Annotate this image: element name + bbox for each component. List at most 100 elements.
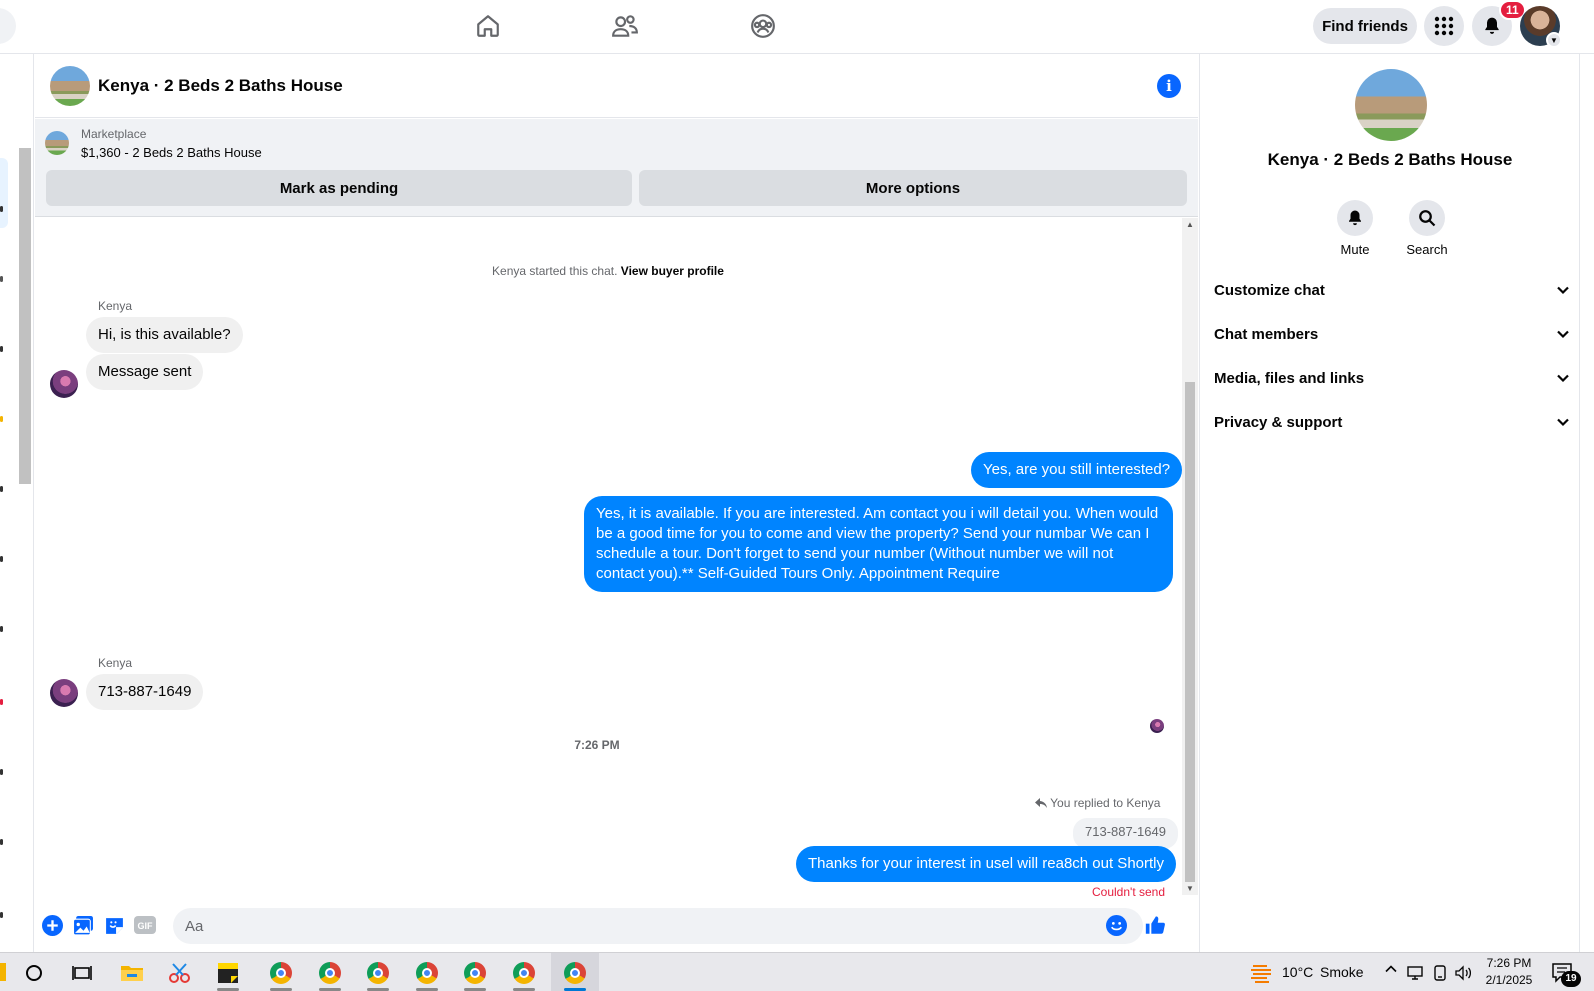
weather-condition[interactable]: Smoke [1320, 964, 1364, 980]
chevron-down-icon[interactable]: ▼ [1546, 32, 1562, 48]
incoming-message[interactable]: 713-887-1649 [86, 674, 204, 710]
replied-indicator: You replied to Kenya [1035, 796, 1160, 810]
clock-time[interactable]: 7:26 PM [1478, 956, 1540, 970]
incoming-message[interactable]: Message sent [86, 354, 204, 390]
listing-price[interactable]: $1,360 - 2 Beds 2 Baths House [81, 145, 262, 160]
message-scrollbar-thumb[interactable] [1185, 382, 1195, 882]
clock-date[interactable]: 2/1/2025 [1478, 973, 1540, 987]
outgoing-message-failed[interactable]: Thanks for your interest in usel will re… [796, 846, 1176, 882]
search-in-conversation-button[interactable] [1409, 200, 1445, 236]
privacy-support-section[interactable]: Privacy & support [1214, 402, 1570, 442]
marketplace-listing-bar: Marketplace $1,360 - 2 Beds 2 Baths Hous… [35, 119, 1198, 217]
task-view-button[interactable] [68, 959, 96, 987]
chat-list-item-edge[interactable] [0, 556, 3, 562]
sticker-icon [105, 917, 123, 934]
home-nav-button[interactable] [468, 8, 508, 44]
chrome-icon [319, 962, 341, 984]
chevron-down-icon [1557, 374, 1569, 383]
sender-avatar[interactable] [50, 370, 78, 398]
scroll-down-arrow[interactable]: ▼ [1186, 884, 1194, 893]
gif-button[interactable]: GIF [134, 914, 156, 936]
listing-profile-photo[interactable] [1355, 69, 1427, 141]
chat-list-item-edge[interactable] [0, 912, 3, 918]
listing-avatar[interactable] [50, 66, 90, 106]
emoji-button[interactable] [1105, 914, 1127, 936]
bell-icon [1485, 17, 1499, 34]
start-button-edge[interactable] [0, 963, 6, 981]
chrome-profile-button[interactable] [413, 959, 441, 987]
friends-nav-button[interactable] [605, 8, 645, 44]
find-friends-button[interactable]: Find friends [1313, 8, 1417, 44]
search-button[interactable] [0, 8, 16, 44]
media-files-links-section[interactable]: Media, files and links [1214, 358, 1570, 398]
sender-avatar[interactable] [50, 679, 78, 707]
like-button[interactable] [1144, 914, 1166, 936]
conversation-title[interactable]: Kenya · 2 Beds 2 Baths House [98, 76, 343, 96]
mute-button[interactable] [1337, 200, 1373, 236]
chat-list-item-edge[interactable] [0, 626, 3, 632]
mark-as-pending-button[interactable]: Mark as pending [46, 170, 632, 206]
chrome-icon [367, 962, 389, 984]
chat-members-section[interactable]: Chat members [1214, 314, 1570, 354]
chrome-profile-button[interactable] [267, 959, 295, 987]
chrome-icon [564, 962, 586, 984]
more-options-button[interactable]: More options [639, 170, 1187, 206]
chevron-down-icon [1557, 286, 1569, 295]
mute-action[interactable]: Mute [1320, 200, 1390, 257]
speaker-icon [1455, 965, 1472, 981]
haze-icon [1251, 965, 1271, 983]
incoming-message[interactable]: Hi, is this available? [86, 317, 243, 353]
folder-icon [121, 966, 143, 981]
message-thread[interactable]: Kenya started this chat. View buyer prof… [35, 218, 1183, 899]
section-label: Customize chat [1214, 281, 1325, 299]
chat-list-scrollbar[interactable] [19, 148, 31, 484]
scroll-up-arrow[interactable]: ▲ [1186, 220, 1194, 229]
chat-list-collapsed [0, 54, 34, 952]
weather-temperature[interactable]: 10°C [1282, 964, 1313, 980]
chrome-icon [270, 962, 292, 984]
chrome-profile-button[interactable] [316, 959, 344, 987]
chrome-profile-button[interactable] [510, 959, 538, 987]
message-composer: GIF [35, 896, 1198, 952]
chat-started-notice: Kenya started this chat. View buyer prof… [35, 264, 1181, 278]
task-view-icon [72, 966, 92, 980]
page-scrollbar[interactable] [1579, 54, 1594, 952]
show-hidden-icons-button[interactable] [1384, 962, 1398, 979]
file-explorer-button[interactable] [118, 959, 146, 987]
customize-chat-section[interactable]: Customize chat [1214, 270, 1570, 310]
quoted-message[interactable]: 713-887-1649 [1073, 818, 1178, 849]
home-icon [477, 15, 499, 37]
chat-list-item-edge[interactable] [0, 486, 3, 492]
selected-chat-indicator [0, 158, 8, 228]
more-actions-button[interactable] [41, 914, 63, 936]
attach-photo-button[interactable] [72, 914, 94, 936]
chrome-profile-button[interactable] [364, 959, 392, 987]
search-action[interactable]: Search [1392, 200, 1462, 257]
menu-button[interactable] [1424, 6, 1464, 46]
volume-button[interactable] [1450, 959, 1478, 987]
groups-nav-button[interactable] [743, 8, 783, 44]
sticker-button[interactable] [103, 914, 125, 936]
info-icon[interactable]: i [1157, 74, 1181, 98]
sticky-notes-button[interactable] [214, 959, 242, 987]
chat-list-item-edge[interactable] [0, 769, 3, 775]
chat-list-item-edge[interactable] [0, 839, 3, 845]
outgoing-message[interactable]: Yes, it is available. If you are interes… [584, 496, 1173, 592]
chat-list-item-edge[interactable] [0, 346, 3, 352]
chat-list-item-edge[interactable] [0, 206, 3, 212]
top-navigation: Find friends 11 ▼ [0, 0, 1594, 54]
message-input[interactable] [173, 908, 1143, 944]
chrome-profile-button-active[interactable] [561, 959, 589, 987]
chrome-profile-button[interactable] [461, 959, 489, 987]
chat-list-item-edge[interactable] [0, 276, 3, 282]
chat-list-item-edge[interactable] [0, 416, 3, 422]
chat-list-item-edge[interactable] [0, 699, 3, 705]
search-taskbar-button[interactable] [20, 959, 48, 987]
weather-widget[interactable] [1248, 959, 1276, 987]
chrome-icon [513, 962, 535, 984]
section-label: Media, files and links [1214, 369, 1365, 387]
outgoing-message[interactable]: Yes, are you still interested? [971, 452, 1183, 488]
view-buyer-profile-link[interactable]: View buyer profile [621, 264, 724, 278]
snipping-tool-button[interactable] [166, 959, 194, 987]
listing-thumbnail[interactable] [45, 131, 69, 155]
